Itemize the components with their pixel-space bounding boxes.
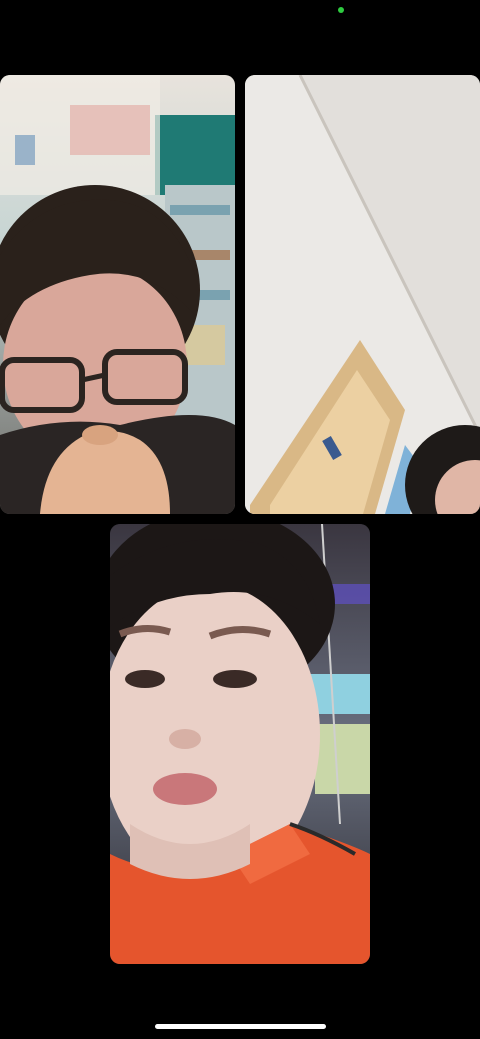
camera-in-use-indicator — [338, 7, 344, 13]
participant-video-3 — [110, 524, 370, 964]
participant-video-1 — [0, 75, 235, 514]
video-tile-participant-1[interactable] — [0, 75, 235, 514]
participant-video-2 — [245, 75, 480, 514]
video-tile-participant-2[interactable] — [245, 75, 480, 514]
video-tile-participant-3[interactable] — [110, 524, 370, 964]
home-indicator[interactable] — [155, 1024, 326, 1029]
